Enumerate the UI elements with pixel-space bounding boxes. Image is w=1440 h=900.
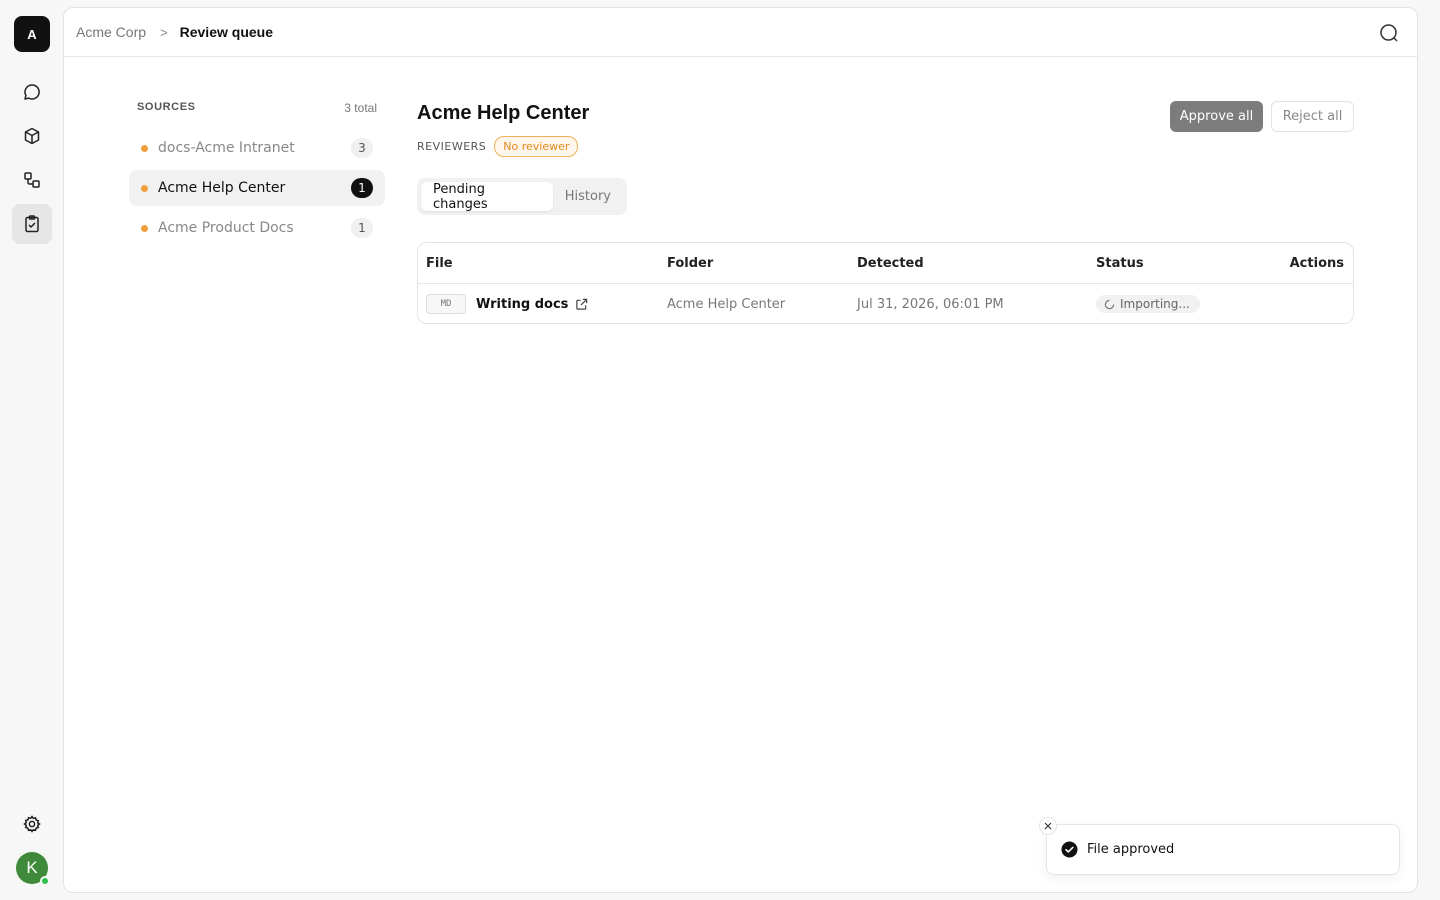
nav-review[interactable]	[12, 204, 52, 244]
tab-pending-changes[interactable]: Pending changes	[421, 182, 553, 212]
reviewers-label: REVIEWERS	[417, 140, 487, 153]
toast-notification: File approved	[1039, 817, 1400, 875]
search-button[interactable]	[1377, 21, 1401, 45]
column-header-file: File	[426, 255, 453, 271]
status-cell: Importing...	[1096, 284, 1200, 323]
presence-indicator	[40, 876, 50, 886]
source-count-badge: 1	[351, 218, 373, 238]
reject-all-button[interactable]: Reject all	[1271, 101, 1354, 132]
nav-rail: A K	[0, 0, 64, 900]
column-header-status: Status	[1096, 255, 1144, 271]
no-reviewer-badge[interactable]: No reviewer	[494, 136, 579, 157]
nav-chat[interactable]	[12, 72, 52, 112]
gear-icon	[23, 815, 41, 833]
folder-cell: Acme Help Center	[667, 296, 786, 312]
nav-cube[interactable]	[12, 116, 52, 156]
search-icon	[1380, 24, 1398, 42]
column-header-actions: Actions	[1289, 255, 1344, 271]
nav-settings[interactable]	[12, 804, 52, 844]
column-header-detected: Detected	[857, 255, 924, 271]
page-title: Acme Help Center	[417, 102, 590, 124]
close-icon	[1044, 822, 1052, 830]
source-status-dot	[141, 144, 148, 152]
column-header-folder: Folder	[667, 255, 714, 271]
sources-total: 3 total	[344, 101, 377, 115]
file-type-tag: MD	[426, 294, 466, 314]
workflow-icon	[24, 172, 40, 188]
main-panel: Acme Corp > Review queue SOURCES 3 total…	[63, 7, 1418, 893]
breadcrumb-current: Review queue	[179, 24, 273, 40]
avatar-initial: K	[26, 858, 38, 877]
source-name: Acme Product Docs	[158, 220, 294, 236]
tab-bar: Pending changes History	[417, 178, 627, 215]
source-status-dot	[141, 224, 148, 232]
nav-workflow[interactable]	[12, 160, 52, 200]
toast-close-button[interactable]	[1039, 817, 1057, 835]
check-circle-icon	[1061, 841, 1078, 858]
breadcrumb-separator-icon: >	[160, 24, 168, 40]
sources-title: SOURCES	[137, 101, 196, 113]
changes-table: File Folder Detected Status Actions MD W…	[417, 242, 1354, 324]
breadcrumb-root[interactable]: Acme Corp	[76, 24, 146, 40]
source-name: Acme Help Center	[158, 180, 286, 196]
table-row[interactable]: MD Writing docs Acme Help Center Jul 31,…	[418, 284, 1353, 323]
source-name: docs-Acme Intranet	[158, 140, 295, 156]
status-badge: Importing...	[1096, 295, 1200, 313]
org-initial: A	[27, 26, 37, 42]
sources-header: SOURCES 3 total	[137, 101, 377, 115]
source-item-acme-help-center[interactable]: Acme Help Center 1	[129, 170, 385, 206]
source-item-docs-acme-intranet[interactable]: docs-Acme Intranet 3	[129, 130, 385, 166]
file-cell: MD Writing docs	[426, 284, 588, 323]
source-count-badge: 3	[351, 138, 373, 158]
source-status-dot	[141, 184, 148, 192]
approve-all-button[interactable]: Approve all	[1170, 101, 1263, 132]
source-item-acme-product-docs[interactable]: Acme Product Docs 1	[129, 210, 385, 246]
external-link-icon[interactable]	[575, 298, 588, 311]
org-logo[interactable]: A	[14, 16, 50, 52]
avatar[interactable]: K	[16, 852, 50, 886]
toast-message: File approved	[1087, 842, 1175, 857]
reviewers-row: REVIEWERS No reviewer	[417, 136, 579, 157]
tab-history[interactable]: History	[553, 182, 623, 211]
file-name-link[interactable]: Writing docs	[476, 297, 568, 312]
source-count-badge: 1	[351, 178, 373, 198]
loading-spinner-icon	[1104, 299, 1115, 310]
breadcrumb: Acme Corp > Review queue	[64, 8, 1417, 57]
cube-icon	[24, 127, 40, 145]
table-header: File Folder Detected Status Actions	[418, 243, 1353, 284]
detected-cell: Jul 31, 2026, 06:01 PM	[857, 296, 1004, 312]
chat-bubble-icon	[24, 84, 40, 100]
clipboard-check-icon	[25, 215, 39, 233]
status-text: Importing...	[1120, 297, 1190, 311]
